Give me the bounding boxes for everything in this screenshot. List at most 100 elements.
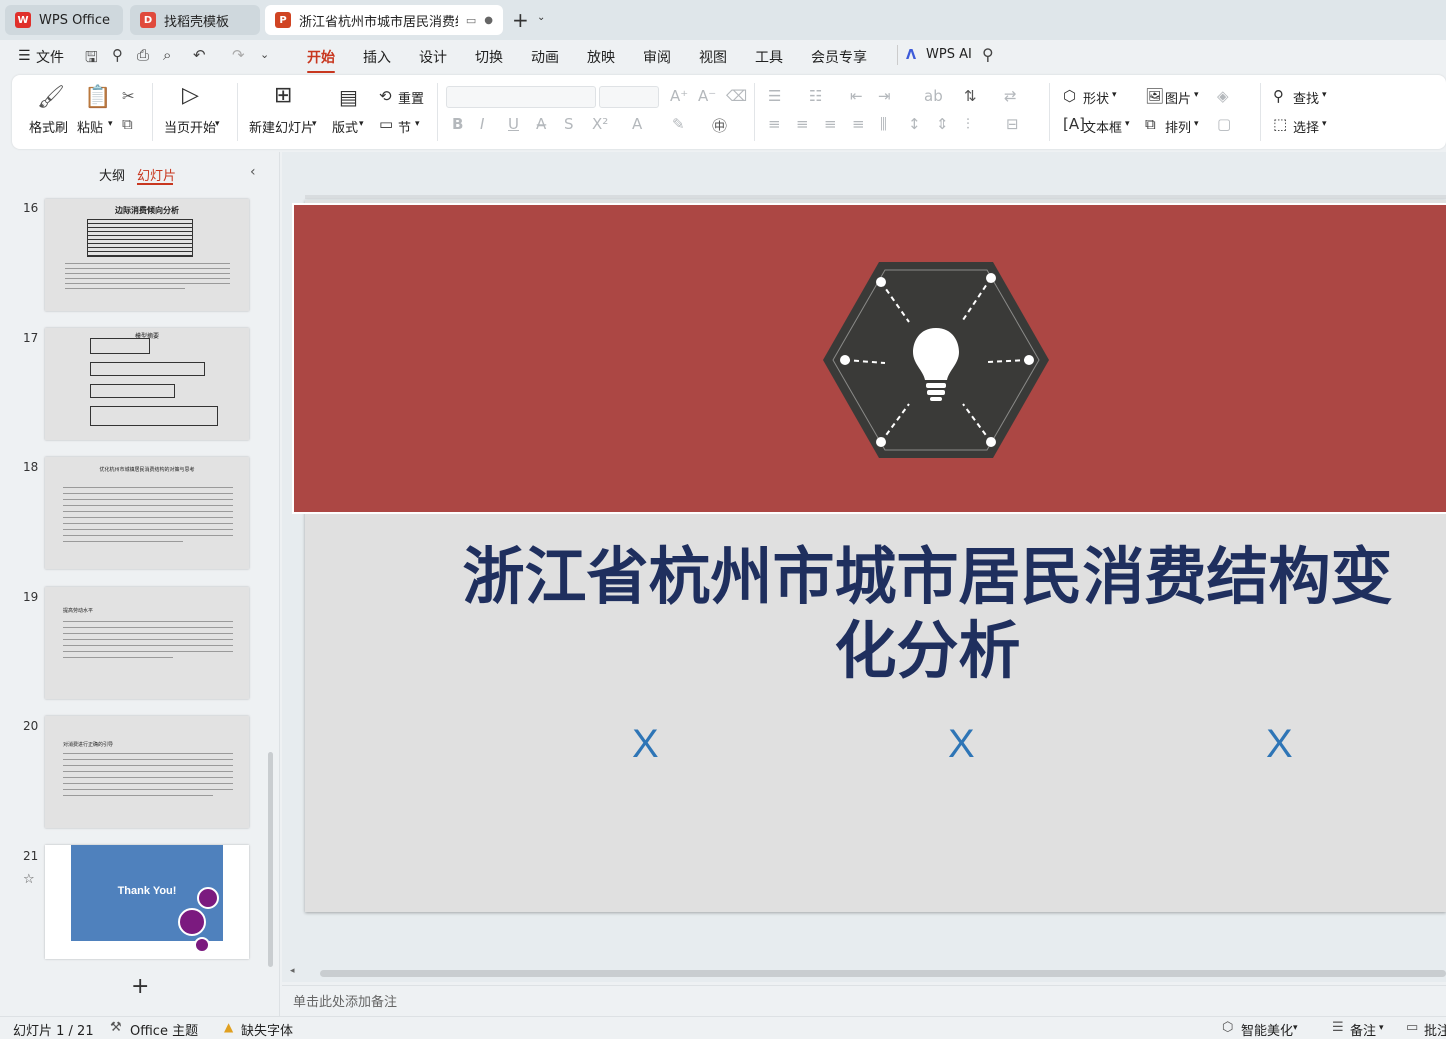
italic-icon[interactable]: I	[480, 115, 484, 133]
chevron-down-icon[interactable]: ▾	[1322, 90, 1327, 100]
numbered-list-icon[interactable]: ☷	[809, 87, 822, 105]
star-icon[interactable]: ☆	[23, 872, 35, 887]
slide-thumbnail-19[interactable]: 提高劳动水平	[45, 587, 249, 699]
justify-icon[interactable]: ≡	[852, 115, 865, 133]
horizontal-scrollbar[interactable]	[320, 970, 1446, 977]
chevron-down-icon[interactable]: ⌄	[537, 12, 545, 23]
comments-button[interactable]: 批注	[1424, 1020, 1446, 1039]
add-slide-button[interactable]: +	[131, 974, 149, 999]
menu-insert[interactable]: 插入	[363, 47, 391, 67]
phonetic-icon[interactable]: ㊥	[712, 115, 727, 136]
layout-button[interactable]: 版式	[332, 117, 358, 136]
redo-icon[interactable]: ↷	[232, 46, 245, 64]
chevron-down-icon[interactable]: ▾	[1293, 1023, 1298, 1033]
missing-font-button[interactable]: 缺失字体	[241, 1020, 293, 1039]
decrease-font-icon[interactable]: A⁻	[698, 87, 716, 105]
menu-animation[interactable]: 动画	[531, 47, 559, 67]
smart-beautify-button[interactable]: 智能美化	[1241, 1020, 1293, 1039]
new-tab-button[interactable]: +	[512, 8, 529, 32]
copy-icon[interactable]: ⧉	[122, 115, 133, 133]
underline-icon[interactable]: U	[508, 115, 519, 133]
print-icon[interactable]: ⎙	[137, 46, 149, 64]
menu-tools[interactable]: 工具	[755, 47, 783, 67]
chevron-down-icon[interactable]: ▾	[312, 119, 317, 129]
notes-pane[interactable]: 单击此处添加备注	[282, 985, 1446, 1015]
tab-document[interactable]: P 浙江省杭州市城市居民消费结 ▭ ●	[265, 5, 503, 35]
bullet-list-icon[interactable]: ☰	[768, 87, 781, 105]
chevron-down-icon[interactable]: ▾	[415, 119, 420, 129]
chevron-down-icon[interactable]: ▾	[108, 119, 113, 129]
chevron-down-icon[interactable]: ▾	[215, 119, 220, 129]
paste-button[interactable]: 粘贴	[77, 117, 103, 136]
chevron-down-icon[interactable]: ▾	[1112, 90, 1117, 100]
play-from-current-button[interactable]: 当页开始	[164, 117, 216, 136]
font-family-select[interactable]	[446, 86, 596, 108]
slide-title[interactable]: 浙江省杭州市城市居民消费结构变化分析	[440, 540, 1415, 688]
menu-home[interactable]: 开始	[307, 47, 335, 73]
shape-button[interactable]: 形状	[1083, 88, 1109, 107]
search-icon[interactable]: ⚲	[982, 45, 994, 64]
save-icon[interactable]: 🖫	[85, 47, 98, 72]
cut-icon[interactable]: ✂	[122, 87, 135, 105]
text-align-icon[interactable]: ⊟	[1006, 115, 1019, 133]
placeholder-x[interactable]: X	[948, 722, 975, 767]
banner-shape[interactable]	[292, 203, 1446, 514]
chevron-down-icon[interactable]: ▾	[1194, 119, 1199, 129]
distribute-icon[interactable]: ⫼	[880, 115, 887, 133]
close-dot-icon[interactable]: ●	[484, 15, 493, 26]
hamburger-icon[interactable]: ☰	[18, 48, 31, 64]
reset-button[interactable]: 重置	[398, 88, 424, 107]
align-right-icon[interactable]: ≡	[824, 115, 837, 133]
slide-thumbnail-16[interactable]: 边际消费倾向分析	[45, 199, 249, 311]
share-icon[interactable]: ⚲	[112, 46, 123, 64]
clear-format-icon[interactable]: ⌫	[726, 87, 747, 105]
strikethrough-icon[interactable]: A̶	[536, 115, 546, 133]
chevron-down-icon[interactable]: ▾	[1194, 90, 1199, 100]
menu-file[interactable]: 文件	[36, 47, 64, 67]
scroll-left-icon[interactable]: ◂	[290, 966, 295, 976]
menu-design[interactable]: 设计	[419, 47, 447, 67]
notes-placeholder[interactable]: 单击此处添加备注	[293, 991, 397, 1010]
tab-docer[interactable]: D 找稻壳模板	[130, 5, 260, 35]
new-slide-button[interactable]: 新建幻灯片	[249, 117, 314, 136]
shadow-icon[interactable]: S	[564, 115, 574, 133]
placeholder-x[interactable]: X	[1266, 722, 1293, 767]
menu-member[interactable]: 会员专享	[811, 47, 867, 67]
panel-scrollbar[interactable]	[268, 752, 273, 967]
font-color-icon[interactable]: A	[632, 115, 642, 133]
placeholder-x[interactable]: X	[632, 722, 659, 767]
menu-review[interactable]: 审阅	[643, 47, 671, 67]
notes-button[interactable]: 备注	[1350, 1020, 1376, 1039]
chevron-down-icon[interactable]: ▾	[359, 119, 364, 129]
line-spacing-icon[interactable]: ↕	[908, 115, 921, 133]
paragraph-spacing-icon[interactable]: ⇕	[936, 115, 949, 133]
more-chevron-icon[interactable]: ⌄	[260, 48, 269, 61]
highlight-icon[interactable]: ✎	[672, 115, 685, 133]
undo-icon[interactable]: ↶	[193, 46, 206, 64]
tab-outline[interactable]: 大纲	[99, 165, 125, 184]
slide-thumbnail-21[interactable]: Thank You!	[45, 845, 249, 959]
arrange-button[interactable]: 排列	[1165, 117, 1191, 136]
font-size-select[interactable]	[599, 86, 659, 108]
bold-icon[interactable]: B	[452, 115, 463, 133]
slide-thumbnail-20[interactable]: 对消费进行正确的引导	[45, 716, 249, 828]
tab-wps-office[interactable]: W WPS Office	[5, 5, 123, 35]
increase-indent-icon[interactable]: ⇥	[878, 87, 891, 105]
picture-button[interactable]: 图片	[1165, 88, 1191, 107]
increase-font-icon[interactable]: A⁺	[670, 87, 688, 105]
outline-icon[interactable]: ▢	[1217, 115, 1231, 133]
convert-icon[interactable]: ⇄	[1004, 87, 1017, 105]
chevron-down-icon[interactable]: ▾	[1379, 1023, 1384, 1033]
slide-thumbnail-17[interactable]: 模型摘要	[45, 328, 249, 440]
tab-slides[interactable]: 幻灯片	[137, 165, 176, 184]
format-painter-button[interactable]: 格式刷	[29, 117, 68, 136]
monitor-icon[interactable]: ▭	[466, 14, 476, 27]
chevron-down-icon[interactable]: ▾	[1322, 119, 1327, 129]
menu-view[interactable]: 视图	[699, 47, 727, 67]
find-button[interactable]: 查找	[1293, 88, 1319, 107]
sort-icon[interactable]: ⇅	[964, 87, 977, 105]
fill-icon[interactable]: ◈	[1217, 87, 1229, 105]
chevron-down-icon[interactable]: ▾	[1125, 119, 1130, 129]
decrease-indent-icon[interactable]: ⇤	[850, 87, 863, 105]
text-direction-icon[interactable]: ab	[924, 87, 943, 105]
